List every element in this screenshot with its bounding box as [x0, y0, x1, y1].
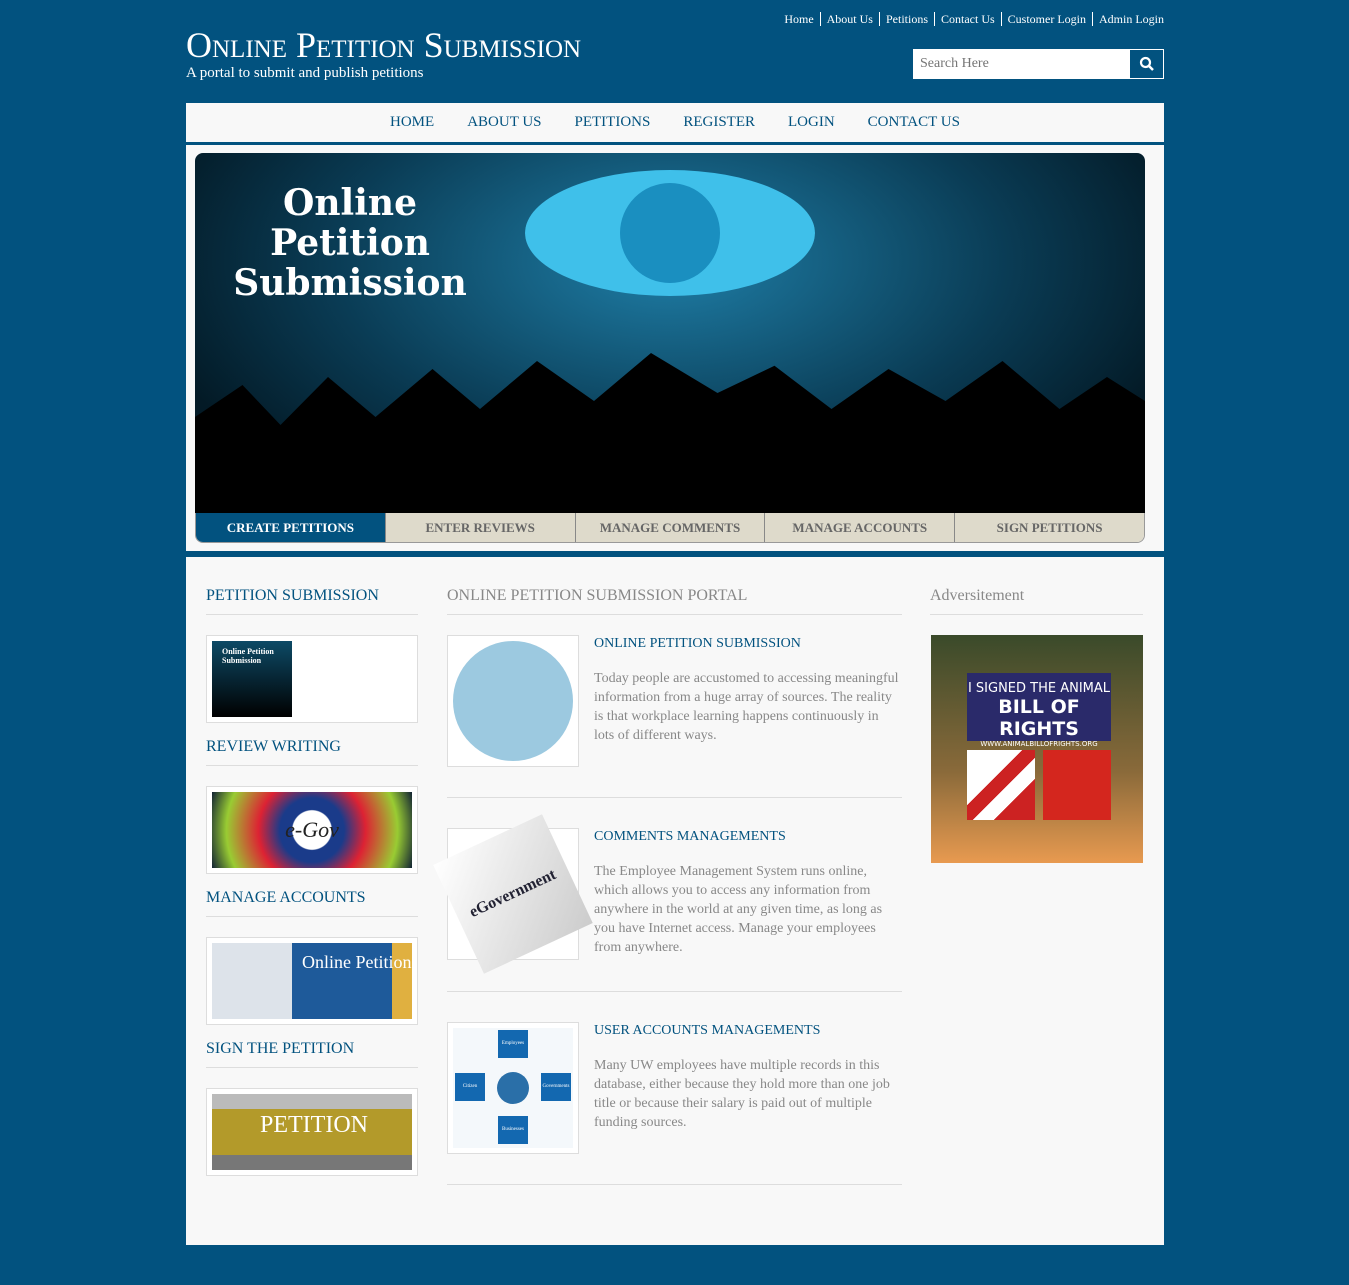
nav-petitions[interactable]: PETITIONS: [575, 114, 651, 131]
nav-register[interactable]: REGISTER: [683, 114, 755, 131]
banner-line: Online: [283, 182, 417, 224]
flag-graphic: [967, 750, 1035, 820]
article-image: Employees Citizen Governments Businesses: [447, 1022, 579, 1154]
search-icon: [1139, 56, 1154, 71]
sidebar-image[interactable]: e-Gov: [206, 786, 418, 874]
article-body: Many UW employees have multiple records …: [594, 1058, 890, 1130]
tab-manage-comments[interactable]: MANAGE COMMENTS: [574, 513, 765, 542]
sidebar-image[interactable]: PETITION: [206, 1088, 418, 1176]
aldf-logo: [1043, 750, 1111, 820]
tab-create-petitions[interactable]: CREATE PETITIONS: [196, 513, 385, 542]
image-caption: e-Gov: [212, 792, 412, 868]
site-title[interactable]: Online Petition Submission: [186, 24, 581, 66]
tab-sign-petitions[interactable]: SIGN PETITIONS: [954, 513, 1144, 542]
infographic: [453, 641, 573, 761]
divider: [447, 991, 902, 992]
sidebar-heading[interactable]: SIGN THE PETITION: [206, 1040, 418, 1068]
search-input[interactable]: [914, 50, 1130, 78]
tab-enter-reviews[interactable]: ENTER REVIEWS: [384, 513, 575, 542]
top-links: Home About Us Petitions Contact Us Custo…: [778, 12, 1164, 26]
divider: [447, 797, 902, 798]
site-subtitle: A portal to submit and publish petitions: [186, 65, 424, 81]
diagram-node: Governments: [541, 1073, 571, 1101]
article-body: Today people are accustomed to accessing…: [594, 671, 899, 743]
bank-icon: [497, 1072, 529, 1104]
top-link-customer-login[interactable]: Customer Login: [1000, 12, 1092, 26]
feature-tabs: CREATE PETITIONS ENTER REVIEWS MANAGE CO…: [195, 513, 1145, 543]
article-body: The Employee Management System runs onli…: [594, 864, 883, 955]
top-link-home[interactable]: Home: [778, 12, 819, 26]
sidebar-heading[interactable]: MANAGE ACCOUNTS: [206, 889, 418, 917]
banner-title: Online Petition Submission: [215, 183, 485, 303]
advertisement-image[interactable]: I SIGNED THE ANIMAL BILL OF RIGHTS WWW.A…: [931, 635, 1143, 863]
search-box: [913, 49, 1164, 79]
image-caption: eGovernment: [433, 814, 593, 974]
article-title[interactable]: USER ACCOUNTS MANAGEMENTS: [594, 1023, 904, 1039]
article: ONLINE PETITION SUBMISSION Today people a…: [594, 636, 899, 745]
nav-contact-us[interactable]: CONTACT US: [868, 114, 960, 131]
image-caption: PETITION: [212, 1094, 412, 1170]
article: COMMENTS MANAGEMENTS The Employee Managem…: [594, 829, 899, 957]
banner-line: Petition: [270, 222, 430, 264]
main-heading: ONLINE PETITION SUBMISSION PORTAL: [447, 587, 902, 615]
ad-heading: Adversitement: [930, 587, 1143, 615]
banner-line: Submission: [233, 262, 467, 304]
sidebar-image[interactable]: Online Petition: [206, 937, 418, 1025]
ad-text: WWW.ANIMALBILLOFRIGHTS.ORG: [980, 740, 1098, 748]
article: USER ACCOUNTS MANAGEMENTS Many UW employe…: [594, 1023, 904, 1132]
ad-sign: I SIGNED THE ANIMAL BILL OF RIGHTS WWW.A…: [967, 673, 1111, 748]
diagram-node: Citizen: [455, 1073, 485, 1101]
diagram-node: Employees: [498, 1030, 528, 1058]
article-title[interactable]: ONLINE PETITION SUBMISSION: [594, 636, 899, 652]
article-image: eGovernment: [433, 814, 593, 974]
nav-login[interactable]: LOGIN: [788, 114, 835, 131]
crowd-silhouette: [195, 353, 1145, 513]
main-nav: HOME ABOUT US PETITIONS REGISTER LOGIN C…: [186, 103, 1164, 142]
article-image: [447, 635, 579, 767]
ad-text: BILL OF RIGHTS: [998, 696, 1080, 740]
top-link-petitions[interactable]: Petitions: [878, 12, 934, 26]
image-caption: Online Petition: [212, 943, 412, 1019]
sidebar-heading[interactable]: REVIEW WRITING: [206, 738, 418, 766]
ad-text: I SIGNED THE ANIMAL: [967, 681, 1111, 696]
top-link-admin-login[interactable]: Admin Login: [1092, 12, 1164, 26]
nav-about-us[interactable]: ABOUT US: [467, 114, 541, 131]
top-link-about[interactable]: About Us: [819, 12, 879, 26]
tab-manage-accounts[interactable]: MANAGE ACCOUNTS: [764, 513, 955, 542]
article-title[interactable]: COMMENTS MANAGEMENTS: [594, 829, 899, 845]
eye-graphic: [525, 170, 815, 296]
top-link-contact[interactable]: Contact Us: [934, 12, 1001, 26]
diagram-node: Businesses: [498, 1116, 528, 1144]
search-button[interactable]: [1130, 50, 1163, 78]
sidebar-heading[interactable]: PETITION SUBMISSION: [206, 587, 418, 615]
image-caption: Online Petition Submission: [212, 641, 292, 717]
nav-home[interactable]: HOME: [390, 114, 434, 131]
divider: [447, 1184, 902, 1185]
sidebar-image[interactable]: Online Petition Submission: [206, 635, 418, 723]
